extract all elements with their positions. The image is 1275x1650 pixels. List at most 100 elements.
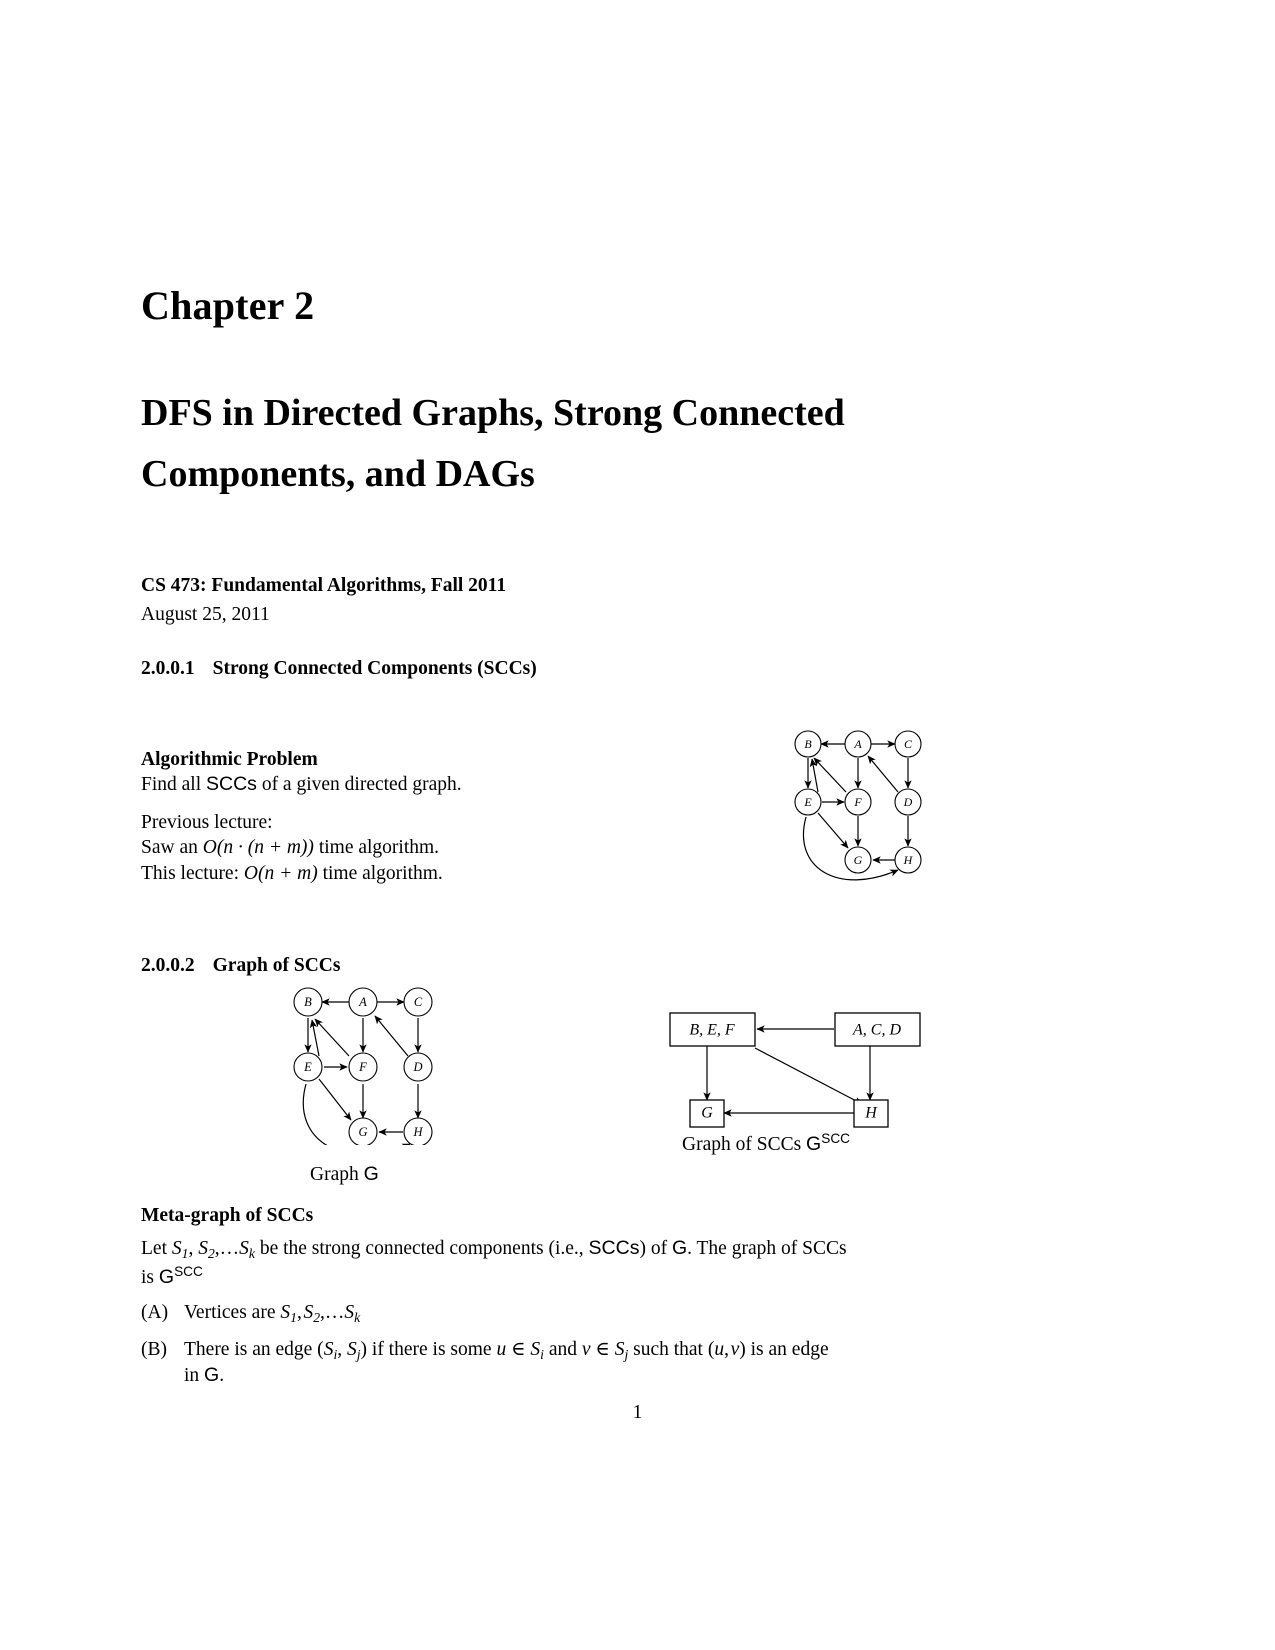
b-sj: S	[346, 1338, 357, 1360]
section-number-sccs: 2.0.0.1	[141, 658, 195, 679]
ap-sccs-term: SCCs	[206, 773, 257, 796]
figure-graph-of-sccs: B, E, F A, C, D G H	[662, 1008, 932, 1128]
mg-sccs-term: SCCs	[588, 1237, 640, 1260]
a-sk-sub: k	[354, 1309, 361, 1325]
list-item-label-a: (A)	[141, 1302, 169, 1324]
node-label-B: B	[804, 737, 812, 751]
scc-box-label-acd: A, C, D	[852, 1022, 901, 1039]
b-text-1: There is an edge (	[184, 1338, 324, 1360]
mg-s1-sub: 1	[181, 1246, 189, 1262]
node-label-C: C	[904, 737, 913, 751]
b-text-5: ) is an edge	[739, 1338, 829, 1360]
mg-sk: S	[239, 1238, 249, 1260]
pl3-text-a: This lecture:	[141, 862, 244, 884]
meta-graph-heading: Meta-graph of SCCs	[141, 1205, 314, 1226]
b-text-6: in	[184, 1365, 205, 1387]
document-page: Chapter 2 DFS in Directed Graphs, Strong…	[0, 0, 1275, 1650]
figure-caption-graph-g: Graph G	[310, 1163, 379, 1186]
node-label-A: A	[853, 737, 862, 751]
b-si2: S	[530, 1338, 541, 1360]
scc-box-label-bef: B, E, F	[689, 1022, 735, 1039]
mg-p1-b: be the strong connected components (i.e.…	[254, 1238, 589, 1260]
node-label-G: G	[358, 1125, 367, 1139]
caption-g-symbol: G	[363, 1163, 379, 1185]
node-label-B: B	[304, 995, 312, 1009]
mg-g-symbol: G	[671, 1237, 688, 1260]
node-label-A: A	[358, 995, 367, 1009]
figure-directed-graph-top: A B C D E F G H	[778, 718, 968, 908]
caption-scc-symbol: G	[806, 1132, 822, 1155]
a-sk: S	[344, 1302, 355, 1324]
page-number: 1	[632, 1402, 643, 1423]
node-label-E: E	[303, 1060, 312, 1074]
b-v2: v	[730, 1338, 740, 1360]
mg-p2-a: is	[141, 1266, 159, 1288]
previous-lecture-block: Previous lecture: Saw an O(n · (n + m)) …	[141, 810, 443, 886]
node-label-H: H	[412, 1125, 423, 1139]
b-text-3: and	[543, 1338, 582, 1360]
page-title: DFS in Directed Graphs, Strong Connected…	[141, 392, 845, 495]
a-s2: S	[303, 1302, 314, 1324]
mg-p1-d: . The graph of SCCs	[687, 1238, 847, 1260]
ap-text-a: Find all	[141, 774, 207, 796]
section-heading-graph-of-sccs: 2.0.0.2 Graph of SCCs	[141, 955, 340, 977]
graph-nodes: A B C D E F G H	[794, 730, 922, 874]
node-label-D: D	[412, 1060, 422, 1074]
meta-graph-block: Meta-graph of SCCs Let S1, S2,…Sk be the…	[141, 1203, 1076, 1389]
caption-scc-prefix: Graph of SCCs	[682, 1133, 807, 1155]
b-text-2: ) if there is some	[360, 1338, 497, 1360]
previous-lecture-line3: This lecture: O(n + m) time algorithm.	[141, 861, 443, 886]
mg-gscc-sup: SCC	[174, 1263, 203, 1279]
b-text-4: such that (	[628, 1338, 715, 1360]
mg-gscc-symbol: G	[158, 1265, 175, 1288]
mg-s1: S	[171, 1238, 182, 1260]
scc-box-label-h: H	[864, 1105, 878, 1122]
meta-graph-paragraph: Let S1, S2,…Sk be the strong connected c…	[141, 1237, 847, 1288]
b-u2: u	[714, 1338, 725, 1360]
node-label-G: G	[854, 853, 863, 867]
graph-of-sccs-svg: B, E, F A, C, D G H	[669, 1012, 921, 1128]
pl2-text-b: time algorithm.	[313, 837, 440, 859]
pl2-math: O(n · (n + m))	[202, 837, 314, 859]
pl2-text-a: Saw an	[141, 837, 203, 859]
chapter-number: Chapter 2	[141, 283, 315, 328]
b-text-8: .	[219, 1365, 225, 1387]
previous-lecture-line1: Previous lecture:	[141, 812, 273, 833]
b-sj2: S	[614, 1338, 625, 1360]
b-si-sub: i	[333, 1346, 338, 1362]
algorithmic-problem-text: Find all SCCs of a given directed graph.	[141, 772, 462, 797]
b-u: u	[496, 1338, 507, 1360]
b-g-symbol: G	[204, 1364, 220, 1387]
node-label-C: C	[414, 995, 423, 1009]
pl3-math: O(n + m)	[243, 862, 318, 884]
node-label-H: H	[903, 853, 914, 867]
b-si: S	[323, 1338, 334, 1360]
a-s1: S	[280, 1302, 291, 1324]
caption-scc-sup: SCC	[821, 1131, 851, 1146]
algorithmic-problem-block: Algorithmic Problem Find all SCCs of a g…	[141, 747, 462, 798]
list-item: (B) There is an edge (Si, Sj) if there is…	[141, 1338, 829, 1387]
mg-p1-c: ) of	[639, 1238, 672, 1260]
graph-g-svg: A B C D E F G H	[293, 987, 433, 1145]
list-item-label-b: (B)	[141, 1338, 167, 1360]
previous-lecture-line2: Saw an O(n · (n + m)) time algorithm.	[141, 835, 443, 860]
scc-box-label-g: G	[701, 1105, 713, 1122]
ap-text-b: of a given directed graph.	[256, 774, 462, 796]
b-v: v	[581, 1338, 591, 1360]
figure-caption-graph-of-sccs: Graph of SCCs GSCC	[682, 1131, 850, 1156]
section-heading-sccs: 2.0.0.1 Strong Connected Components (SCCs…	[141, 658, 537, 680]
section-title-sccs: Strong Connected Components (SCCs)	[212, 658, 537, 679]
date-line: August 25, 2011	[141, 604, 270, 625]
mg-s2-sub: 2	[207, 1246, 215, 1262]
mg-p1-a: Let	[141, 1238, 172, 1260]
list-item-a-text: Vertices are	[184, 1302, 281, 1324]
list-item: (A) Vertices are S1, S2,…Sk	[141, 1302, 361, 1325]
algorithmic-problem-heading: Algorithmic Problem	[141, 749, 318, 770]
pl3-text-b: time algorithm.	[317, 862, 443, 884]
graph-g-nodes: A B C D E F G H	[293, 987, 433, 1145]
node-label-F: F	[358, 1060, 367, 1074]
node-label-E: E	[803, 795, 812, 809]
caption-g-prefix: Graph	[310, 1164, 364, 1185]
node-label-D: D	[903, 795, 913, 809]
directed-graph-svg: A B C D E F G H	[794, 730, 922, 881]
